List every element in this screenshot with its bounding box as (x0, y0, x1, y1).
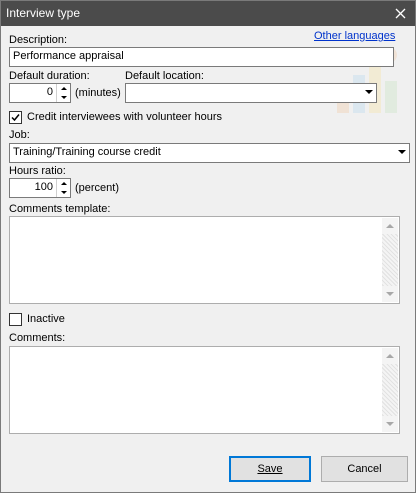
hours-ratio-spinner[interactable]: 100 (9, 178, 71, 198)
job-label: Job: (9, 129, 30, 141)
spin-down-button[interactable] (57, 188, 70, 197)
default-duration-spinner[interactable]: 0 (9, 83, 71, 103)
duration-unit-label: (minutes) (75, 87, 121, 99)
job-value: Training/Training course credit (13, 146, 161, 158)
hours-ratio-label: Hours ratio: (9, 165, 66, 177)
spin-up-button[interactable] (57, 179, 70, 188)
chevron-down-icon (365, 90, 373, 94)
comments-scrollbar[interactable] (382, 348, 398, 432)
hours-ratio-value: 100 (34, 181, 53, 193)
scroll-down-button[interactable] (382, 286, 398, 302)
window-title: Interview type (6, 6, 81, 20)
default-duration-label: Default duration: (9, 70, 90, 82)
title-bar: Interview type (1, 1, 415, 26)
job-select[interactable]: Training/Training course credit (9, 143, 410, 163)
checkmark-icon (11, 114, 20, 122)
arrow-down-icon (386, 422, 394, 426)
default-duration-value: 0 (46, 86, 53, 98)
spin-down-button[interactable] (57, 93, 70, 102)
comments-template-textarea[interactable] (9, 216, 400, 304)
description-label: Description: (9, 34, 68, 46)
scroll-down-button[interactable] (382, 416, 398, 432)
comments-template-scrollbar[interactable] (382, 218, 398, 302)
save-button-label: Save (257, 463, 283, 475)
inactive-checkbox[interactable] (9, 313, 22, 326)
chevron-down-icon (398, 150, 406, 154)
save-button[interactable]: Save (229, 456, 311, 482)
scroll-up-button[interactable] (382, 218, 398, 234)
credit-volunteer-checkbox[interactable] (9, 111, 22, 124)
arrow-down-icon (60, 96, 67, 99)
spinner-buttons (56, 179, 70, 197)
credit-volunteer-label[interactable]: Credit interviewees with volunteer hours (27, 111, 222, 123)
spin-up-button[interactable] (57, 84, 70, 93)
inactive-label[interactable]: Inactive (27, 313, 65, 325)
description-input[interactable]: Performance appraisal (9, 47, 394, 67)
close-icon (395, 8, 405, 19)
arrow-up-icon (60, 87, 67, 90)
arrow-up-icon (386, 354, 394, 358)
interview-type-dialog: Interview type Description: Other langua… (0, 0, 416, 493)
arrow-down-icon (386, 292, 394, 296)
cancel-button-label: Cancel (347, 463, 382, 475)
cancel-button[interactable]: Cancel (321, 456, 408, 482)
spinner-buttons (56, 84, 70, 102)
close-button[interactable] (385, 1, 415, 26)
hours-ratio-unit-label: (percent) (75, 182, 120, 194)
comments-label: Comments: (9, 332, 66, 344)
arrow-up-icon (60, 182, 67, 185)
arrow-down-icon (60, 191, 67, 194)
scroll-up-button[interactable] (382, 348, 398, 364)
comments-template-label: Comments template: (9, 203, 111, 215)
comments-textarea[interactable] (9, 346, 400, 434)
default-location-label: Default location: (125, 70, 204, 82)
other-languages-link[interactable]: Other languages (314, 30, 395, 42)
default-location-select[interactable] (125, 83, 377, 103)
arrow-up-icon (386, 224, 394, 228)
